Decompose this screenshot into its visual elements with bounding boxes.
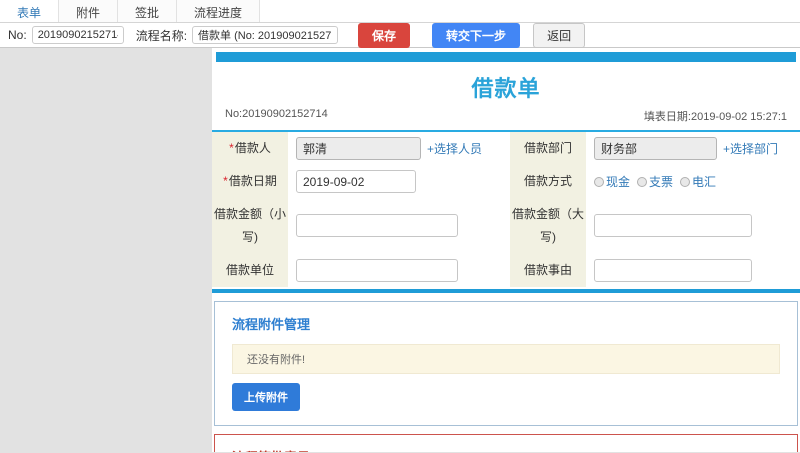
amount-upper-cell [586, 198, 800, 254]
tab-form[interactable]: 表单 [0, 0, 60, 22]
loan-method-label: 借款方式 [510, 165, 586, 198]
document-no: No:20190902152714 [225, 108, 328, 120]
loan-unit-label: 借款单位 [212, 253, 288, 287]
loan-method-radios: 现金 支票 电汇 [594, 173, 716, 190]
document-date: 填表日期:2019-09-02 15:27:1 [643, 111, 787, 123]
loan-date-label: *借款日期 [212, 165, 288, 198]
loan-date-cell [288, 165, 510, 198]
required-mark: * [223, 174, 228, 189]
loan-unit-cell [288, 254, 510, 287]
form-bottom-bar [212, 288, 800, 293]
toolbar: No: 流程名称: 保存 转交下一步 返回 [0, 22, 800, 48]
department-input[interactable] [594, 137, 717, 160]
radio-cash[interactable]: 现金 [594, 173, 630, 190]
back-button[interactable]: 返回 [533, 22, 586, 48]
panel-top-bar [216, 52, 796, 62]
borrower-cell: +选择人员 [288, 132, 510, 165]
next-step-button[interactable]: 转交下一步 [432, 22, 521, 48]
required-mark: * [229, 141, 234, 156]
loan-reason-label: 借款事由 [510, 253, 586, 287]
borrower-label: *借款人 [212, 132, 288, 165]
no-attachments-notice: 还没有附件! [232, 343, 780, 374]
process-name-input[interactable] [192, 26, 339, 44]
loan-unit-input[interactable] [296, 258, 458, 282]
document-panel: 借款单 No:20190902152714 填表日期:2019-09-02 15… [212, 48, 800, 452]
radio-icon[interactable] [637, 176, 648, 187]
loan-reason-input[interactable] [594, 258, 752, 282]
no-label: No: [8, 28, 27, 42]
amount-lower-label: 借款金额（小写) [212, 198, 288, 254]
tab-attachments[interactable]: 附件 [59, 0, 119, 22]
document-title: 借款单 [471, 76, 541, 101]
screen: 表单 附件 签批 流程进度 No: 流程名称: 保存 转交下一步 返回 借款单 … [0, 0, 800, 453]
radio-icon[interactable] [594, 176, 604, 187]
tab-bar: 表单 附件 签批 流程进度 [0, 0, 800, 23]
loan-method-cell: 现金 支票 电汇 [586, 165, 800, 198]
department-cell: +选择部门 [586, 132, 800, 165]
select-person-link[interactable]: +选择人员 [427, 140, 482, 157]
borrower-input[interactable] [296, 137, 421, 160]
amount-lower-cell [288, 198, 510, 254]
radio-icon[interactable] [680, 176, 691, 187]
amount-upper-input[interactable] [594, 214, 752, 238]
loan-form: *借款人 +选择人员 借款部门 +选择部门 *借款日期 [212, 132, 800, 287]
amount-lower-input[interactable] [296, 214, 458, 238]
tab-progress[interactable]: 流程进度 [177, 0, 261, 22]
content-area: 借款单 No:20190902152714 填表日期:2019-09-02 15… [0, 48, 800, 452]
attachments-title: 流程附件管理 [232, 316, 311, 332]
save-button[interactable]: 保存 [358, 22, 411, 48]
amount-upper-label: 借款金额（大写) [510, 198, 586, 254]
attachments-section: 流程附件管理 还没有附件! 上传附件 [214, 300, 798, 426]
document-meta: No:20190902152714 填表日期:2019-09-02 15:27:… [212, 108, 800, 132]
radio-check[interactable]: 支票 [637, 173, 673, 190]
approval-title: 流程签批意见 [232, 447, 780, 452]
tab-approval[interactable]: 签批 [118, 0, 178, 22]
loan-reason-cell [586, 254, 800, 287]
approval-section: 流程签批意见 B I abc ✎ ⚑ [214, 433, 798, 452]
process-name-label: 流程名称: [135, 28, 188, 43]
no-input[interactable] [31, 26, 124, 44]
upload-attachment-button[interactable]: 上传附件 [232, 382, 300, 411]
loan-date-input[interactable] [296, 170, 416, 193]
department-label: 借款部门 [510, 132, 586, 165]
radio-wire[interactable]: 电汇 [680, 173, 716, 190]
select-department-link[interactable]: +选择部门 [723, 140, 778, 157]
